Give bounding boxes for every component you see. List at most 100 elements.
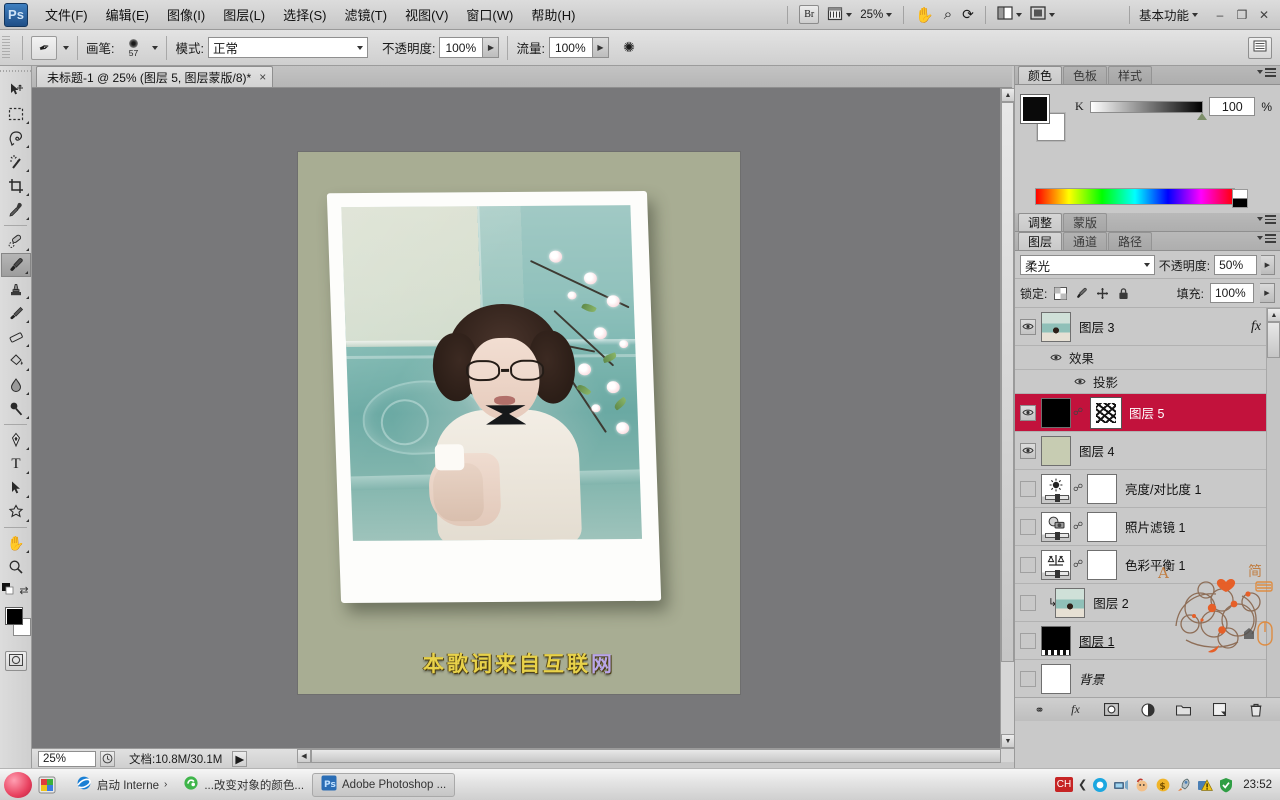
layer-visibility-toggle[interactable] (1017, 556, 1039, 573)
channel-value-input[interactable]: 100 (1209, 97, 1256, 116)
layers-vertical-scrollbar[interactable]: ▲ ▼ (1266, 308, 1280, 721)
toggle-brush-panel-button[interactable] (1248, 36, 1272, 59)
layer-opacity-input[interactable]: 50% (1214, 255, 1257, 275)
history-brush-tool[interactable] (1, 301, 31, 325)
table-row[interactable]: 投影 (1015, 370, 1280, 394)
menu-file[interactable]: 文件(F) (36, 1, 97, 28)
zoom-input[interactable]: 25% (38, 750, 96, 767)
pen-tool[interactable] (1, 428, 31, 452)
new-layer-icon[interactable] (1211, 701, 1229, 719)
color-spectrum-ramp[interactable] (1035, 188, 1248, 208)
layer-style-fx-icon[interactable]: fx (1067, 701, 1085, 719)
color-panel-menu-button[interactable] (1257, 68, 1276, 77)
adjustment-layer-thumbnail[interactable] (1041, 549, 1071, 580)
scroll-down-arrow-icon[interactable]: ▼ (1001, 734, 1015, 748)
blur-tool[interactable] (1, 373, 31, 397)
close-button[interactable]: ✕ (1254, 6, 1274, 24)
eraser-tool[interactable] (1, 325, 31, 349)
flow-input[interactable]: 100% (548, 37, 593, 58)
default-colors-icon[interactable] (2, 583, 14, 598)
qq-messenger-icon[interactable] (1092, 777, 1108, 793)
eyedropper-tool[interactable] (1, 198, 31, 222)
table-row[interactable]: 图层 3 fx ▲ (1015, 308, 1280, 346)
tab-styles[interactable]: 样式 (1108, 66, 1153, 84)
link-mask-icon[interactable]: ☍ (1073, 407, 1083, 418)
layer-fill-slider-button[interactable]: ▶ (1260, 283, 1275, 303)
table-row[interactable]: 图层 4 (1015, 432, 1280, 470)
magic-wand-tool[interactable] (1, 150, 31, 174)
menu-layer[interactable]: 图层(L) (214, 1, 274, 28)
layer-thumbnail[interactable] (1041, 311, 1071, 342)
layer-fill-input[interactable]: 100% (1210, 283, 1254, 303)
layer-mask-thumbnail[interactable] (1090, 396, 1122, 429)
new-adjustment-layer-icon[interactable] (1139, 701, 1157, 719)
type-tool[interactable]: T (1, 452, 31, 476)
view-extras-button[interactable] (823, 4, 856, 26)
opacity-slider-button[interactable]: ▶ (483, 37, 500, 58)
scroll-up-arrow-icon[interactable]: ▲ (1267, 308, 1280, 322)
layer-opacity-slider-button[interactable]: ▶ (1260, 255, 1275, 275)
layer-visibility-toggle[interactable] (1017, 318, 1039, 335)
table-row[interactable]: ☍ 照片滤镜 1 (1015, 508, 1280, 546)
quick-launch-icon[interactable] (38, 776, 56, 794)
network-icon[interactable] (1113, 777, 1129, 793)
layer-name[interactable]: 照片滤镜 1 (1125, 517, 1185, 536)
layer-name[interactable]: 图层 4 (1079, 441, 1114, 460)
layer-mask-thumbnail[interactable] (1087, 511, 1117, 542)
menu-image[interactable]: 图像(I) (158, 1, 214, 28)
layer-thumbnail[interactable] (1041, 397, 1071, 428)
link-mask-icon[interactable]: ☍ (1073, 559, 1083, 570)
chevron-down-icon[interactable] (152, 45, 159, 50)
chevron-right-icon[interactable]: › (164, 779, 167, 790)
status-menu-arrow-icon[interactable]: ▶ (232, 750, 248, 767)
eye-icon[interactable] (1049, 351, 1063, 365)
brush-tool[interactable] (1, 253, 31, 277)
custom-shape-tool[interactable] (1, 500, 31, 524)
layer-name[interactable]: 图层 5 (1129, 403, 1164, 422)
hand-tool-button[interactable]: ✋ (911, 4, 938, 26)
slider-thumb-icon[interactable] (1197, 112, 1208, 120)
layer-name[interactable]: 色彩平衡 1 (1125, 555, 1185, 574)
lock-transparent-pixels-icon[interactable] (1053, 286, 1068, 301)
tab-paths[interactable]: 路径 (1108, 232, 1153, 250)
link-layers-icon[interactable]: ⚭ (1031, 701, 1049, 719)
layer-name[interactable]: 图层 2 (1093, 593, 1128, 612)
new-group-icon[interactable] (1175, 701, 1193, 719)
hand-tool[interactable]: ✋ (1, 531, 31, 555)
layer-visibility-toggle[interactable] (1017, 670, 1039, 687)
layer-visibility-toggle[interactable] (1017, 404, 1039, 421)
qq-pet-icon[interactable] (1134, 777, 1150, 793)
horizontal-scroll-thumb[interactable] (311, 749, 1001, 763)
menu-filter[interactable]: 滤镜(T) (335, 1, 396, 28)
layer-visibility-toggle[interactable] (1017, 442, 1039, 459)
clone-stamp-tool[interactable] (1, 277, 31, 301)
ime-indicator[interactable]: CH (1055, 777, 1073, 792)
lock-image-pixels-icon[interactable] (1074, 286, 1089, 301)
close-icon[interactable]: × (259, 70, 266, 84)
taskbar-photoshop[interactable]: Ps Adobe Photoshop ... (312, 772, 456, 797)
taskbar-clock[interactable]: 23:52 (1243, 779, 1272, 791)
quick-mask-toggle[interactable] (4, 651, 27, 671)
marquee-tool[interactable] (1, 102, 31, 126)
layer-blend-mode-select[interactable]: 柔光 (1020, 255, 1155, 275)
menu-edit[interactable]: 编辑(E) (97, 1, 158, 28)
canvas-horizontal-scrollbar[interactable]: ◀ (297, 748, 1014, 763)
layer-mask-thumbnail[interactable] (1087, 549, 1117, 580)
layer-visibility-toggle[interactable] (1017, 480, 1039, 497)
tool-preset-picker[interactable]: ✒ (31, 35, 57, 60)
tab-masks[interactable]: 蒙版 (1063, 213, 1108, 231)
table-row[interactable]: 效果 (1015, 346, 1280, 370)
layer-thumbnail[interactable] (1041, 435, 1071, 466)
layer-visibility-toggle[interactable] (1017, 632, 1039, 649)
minimize-button[interactable]: – (1210, 6, 1230, 24)
opacity-input[interactable]: 100% (439, 37, 484, 58)
launch-bridge-button[interactable]: Br (795, 4, 823, 26)
table-row[interactable]: 背景 (1015, 660, 1280, 698)
layer-thumbnail[interactable] (1041, 663, 1071, 694)
toolbox-grip[interactable] (0, 66, 31, 78)
flow-slider-button[interactable]: ▶ (592, 37, 609, 58)
foreground-color-swatch[interactable] (1021, 95, 1049, 123)
tab-color[interactable]: 颜色 (1018, 66, 1063, 84)
crop-tool[interactable] (1, 174, 31, 198)
layer-thumbnail[interactable] (1055, 587, 1086, 618)
